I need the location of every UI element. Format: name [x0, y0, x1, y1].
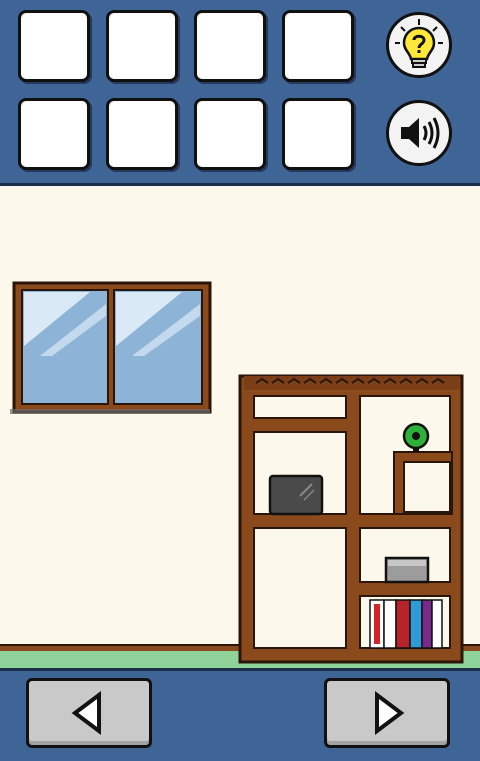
books[interactable]	[369, 599, 443, 649]
nav-right-button[interactable]	[324, 678, 450, 748]
game-screen	[0, 0, 480, 761]
laptop[interactable]	[268, 474, 324, 516]
inventory-slot[interactable]	[106, 98, 178, 170]
inventory-slot[interactable]	[194, 98, 266, 170]
inventory-bar	[0, 0, 480, 186]
inventory-slot[interactable]	[194, 10, 266, 82]
room-illustration	[0, 281, 480, 668]
speaker-icon	[401, 117, 440, 149]
hint-button[interactable]	[386, 12, 452, 78]
inventory-slot[interactable]	[18, 10, 90, 82]
nav-left-button[interactable]	[26, 678, 152, 748]
inventory-slot[interactable]	[106, 10, 178, 82]
window[interactable]	[10, 281, 212, 414]
inventory-slot[interactable]	[282, 10, 354, 82]
inventory-slot[interactable]	[18, 98, 90, 170]
arrow-left-icon	[71, 691, 101, 735]
arrow-right-icon	[375, 691, 405, 735]
gray-box[interactable]	[384, 556, 430, 584]
lightbulb-question-icon	[395, 19, 443, 68]
room-scene	[0, 186, 480, 668]
inventory-slot[interactable]	[282, 98, 354, 170]
sound-button[interactable]	[386, 100, 452, 166]
